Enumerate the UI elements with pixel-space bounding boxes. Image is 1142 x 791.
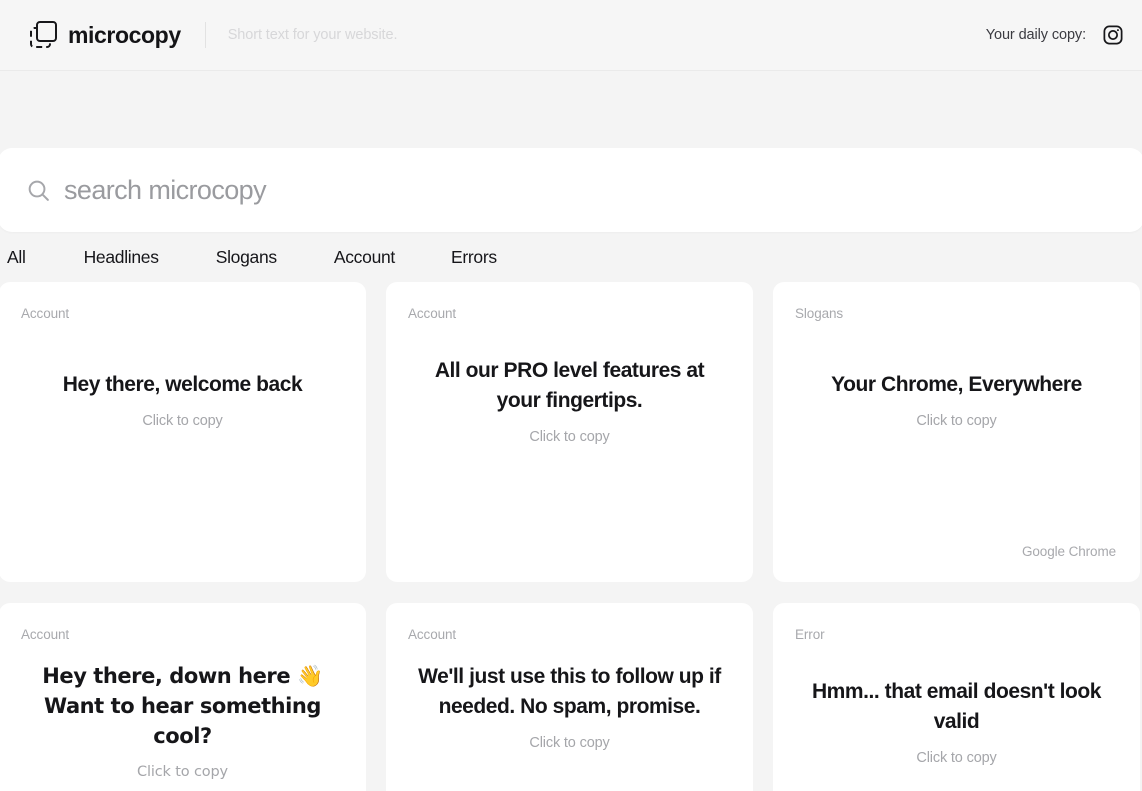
card-source: Google Chrome bbox=[1022, 544, 1116, 559]
search-input[interactable] bbox=[64, 174, 1015, 206]
card-body: We'll just use this to follow up if need… bbox=[408, 662, 731, 751]
microcopy-card[interactable]: Account All our PRO level features at yo… bbox=[386, 282, 753, 582]
card-copy-hint: Click to copy bbox=[529, 734, 610, 751]
header-tagline: Short text for your website. bbox=[227, 27, 398, 43]
card-body: All our PRO level features at your finge… bbox=[408, 356, 731, 445]
tab-slogans[interactable]: Slogans bbox=[216, 247, 277, 268]
dashed-square-icon bbox=[30, 21, 58, 49]
microcopy-card[interactable]: Account Hey there, welcome back Click to… bbox=[0, 282, 366, 582]
card-text: Hey there, welcome back bbox=[62, 373, 303, 396]
tab-all[interactable]: All bbox=[7, 247, 26, 268]
card-text: Your Chrome, Everywhere bbox=[831, 373, 1082, 396]
microcopy-card[interactable]: Error Hmm... that email doesn't look val… bbox=[773, 603, 1140, 791]
app-header: microcopy Short text for your website. Y… bbox=[0, 0, 1142, 71]
brand-name: microcopy bbox=[68, 21, 181, 48]
card-text: We'll just use this to follow up if need… bbox=[418, 665, 721, 718]
card-copy-hint: Click to copy bbox=[529, 428, 610, 445]
instagram-icon bbox=[1103, 25, 1123, 45]
card-copy-hint: Click to copy bbox=[916, 749, 997, 766]
brand-logo[interactable]: microcopy bbox=[30, 21, 181, 49]
header-divider bbox=[204, 22, 206, 48]
card-copy-hint: Click to copy bbox=[142, 412, 223, 429]
card-category: Slogans bbox=[795, 306, 844, 321]
card-category: Account bbox=[408, 627, 457, 642]
tab-account[interactable]: Account bbox=[334, 247, 395, 268]
card-text: All our PRO level features at your finge… bbox=[434, 359, 705, 412]
instagram-link[interactable] bbox=[1102, 24, 1124, 46]
card-body: Hey there, down here 👋 Want to hear some… bbox=[21, 662, 344, 780]
search-section bbox=[0, 71, 1142, 232]
search-bar[interactable] bbox=[0, 148, 1142, 232]
category-filter-tabs: All Headlines Slogans Account Errors bbox=[0, 232, 1142, 282]
header-right-group: Your daily copy: bbox=[986, 24, 1124, 46]
card-body: Your Chrome, Everywhere Click to copy bbox=[795, 370, 1118, 429]
microcopy-card[interactable]: Account Hey there, down here 👋 Want to h… bbox=[0, 603, 366, 791]
tab-headlines[interactable]: Headlines bbox=[84, 247, 159, 268]
microcopy-card-grid: Account Hey there, welcome back Click to… bbox=[0, 282, 1142, 791]
search-icon bbox=[28, 180, 49, 201]
card-category: Account bbox=[408, 306, 457, 321]
card-category: Error bbox=[795, 627, 825, 642]
microcopy-card[interactable]: Account We'll just use this to follow up… bbox=[386, 603, 753, 791]
card-body: Hey there, welcome back Click to copy bbox=[21, 370, 344, 429]
card-category: Account bbox=[21, 627, 70, 642]
card-category: Account bbox=[21, 306, 70, 321]
card-copy-hint: Click to copy bbox=[136, 764, 228, 781]
daily-copy-label: Your daily copy: bbox=[985, 27, 1086, 43]
card-body: Hmm... that email doesn't look valid Cli… bbox=[795, 677, 1118, 766]
tab-errors[interactable]: Errors bbox=[451, 247, 497, 268]
card-copy-hint: Click to copy bbox=[916, 412, 997, 429]
microcopy-card[interactable]: Slogans Your Chrome, Everywhere Click to… bbox=[773, 282, 1140, 582]
card-text: Hey there, down here 👋 Want to hear some… bbox=[42, 664, 323, 748]
card-text: Hmm... that email doesn't look valid bbox=[811, 680, 1102, 733]
